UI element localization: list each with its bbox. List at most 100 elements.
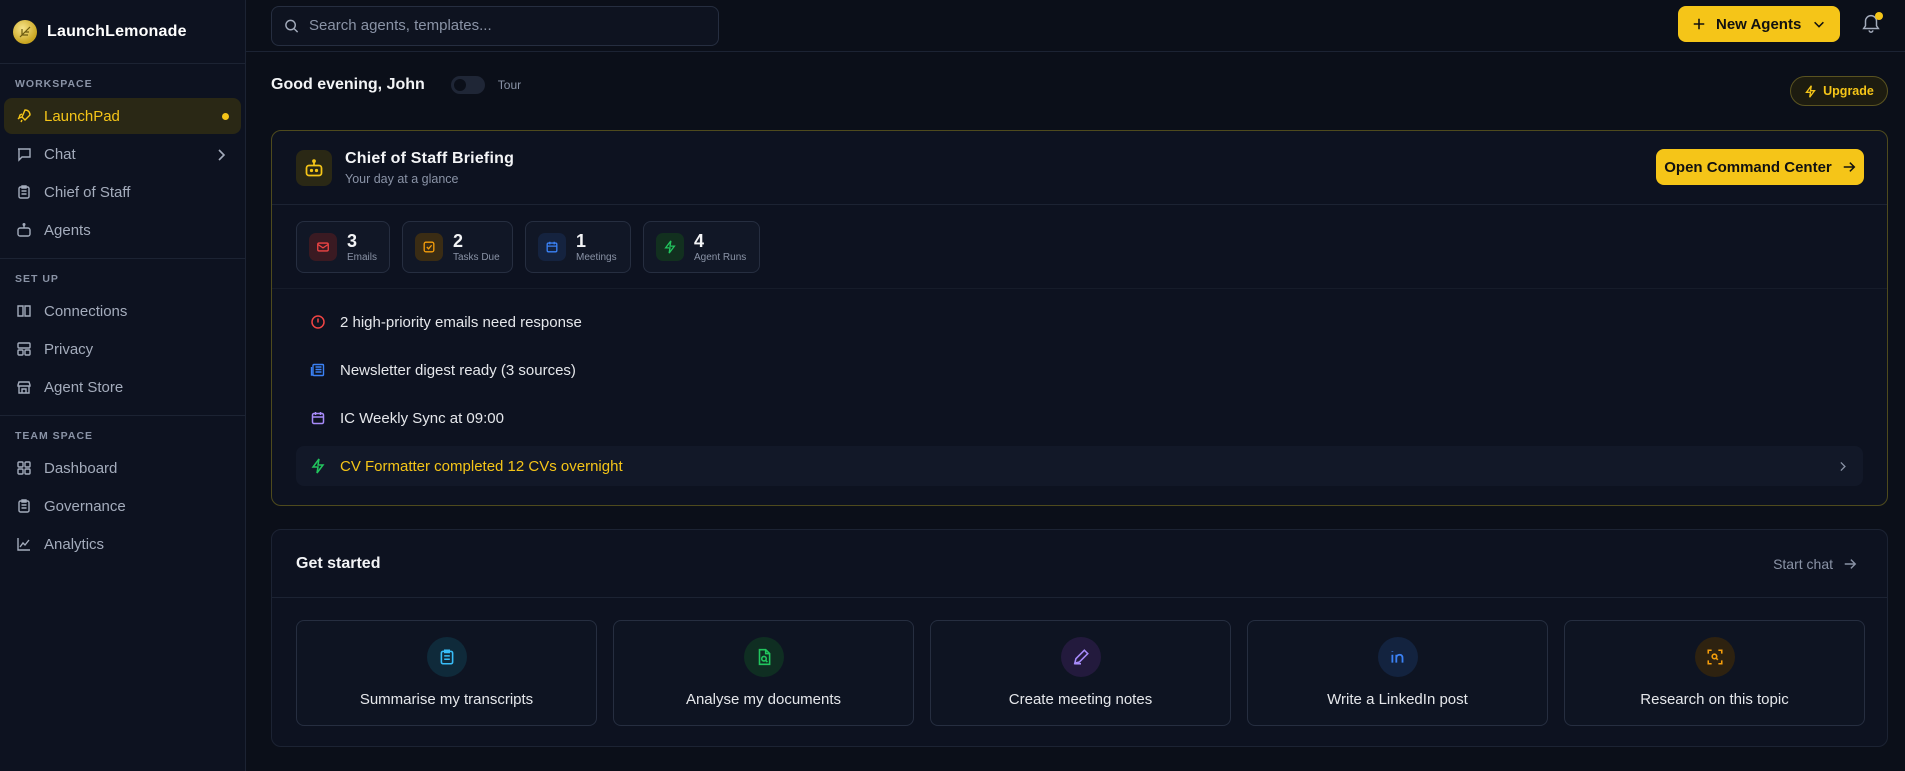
new-agents-label: New Agents [1716, 15, 1802, 33]
briefing-item-text: CV Formatter completed 12 CVs overnight [340, 457, 623, 475]
stat-label: Emails [346, 251, 377, 263]
bolt-icon [1805, 84, 1817, 98]
card-create-meeting-notes[interactable]: Create meeting notes [930, 620, 1231, 726]
card-label: Create meeting notes [1008, 691, 1153, 708]
sidebar-item-agent-store[interactable]: Agent Store [4, 369, 241, 405]
sidebar-item-label: Agent Store [44, 378, 124, 396]
sidebar-item-privacy[interactable]: Privacy [4, 331, 241, 367]
linkedin-icon [1377, 637, 1418, 677]
briefing-title: Chief of Staff Briefing [345, 150, 515, 167]
sidebar-item-governance[interactable]: Governance [4, 488, 241, 524]
briefing-subtitle: Your day at a glance [345, 172, 459, 186]
sidebar-item-agents[interactable]: Agents [4, 212, 241, 248]
grid-icon [17, 461, 31, 475]
start-chat-link[interactable]: Start chat [1773, 556, 1857, 572]
plus-icon [1693, 18, 1705, 30]
section-title: WORKSPACE [15, 78, 93, 90]
layers-icon [17, 342, 31, 356]
alert-icon [311, 315, 325, 329]
stat-agent-runs[interactable]: 4 Agent Runs [643, 221, 760, 273]
stat-value: 1 [576, 230, 587, 251]
store-icon [17, 381, 31, 394]
sidebar-item-label: Privacy [44, 340, 94, 358]
start-chat-label: Start chat [1773, 556, 1833, 572]
tour-toggle[interactable] [450, 76, 485, 94]
card-write-linkedin-post[interactable]: Write a LinkedIn post [1247, 620, 1548, 726]
stat-value: 3 [346, 230, 357, 251]
bolt-icon [311, 458, 325, 474]
calendar-icon [311, 412, 325, 425]
sidebar-item-analytics[interactable]: Analytics [4, 526, 241, 562]
topbar: New Agents [246, 0, 1905, 52]
notifications-button[interactable] [1860, 12, 1884, 36]
card-label: Analyse my documents [685, 691, 842, 708]
chat-icon [18, 148, 31, 162]
card-summarise-transcripts[interactable]: Summarise my transcripts [296, 620, 597, 726]
card-research-topic[interactable]: Research on this topic [1564, 620, 1865, 726]
sidebar-section-teamspace: TEAM SPACE Dashboard Governance Analytic… [0, 416, 245, 572]
briefing-item-meeting[interactable]: IC Weekly Sync at 09:00 [296, 398, 1863, 438]
chevron-right-icon[interactable] [213, 147, 229, 163]
newspaper-icon [310, 363, 325, 377]
file-search-icon [743, 637, 784, 677]
arrow-right-icon [1843, 162, 1856, 172]
mail-icon [309, 233, 337, 261]
sidebar-item-label: Agents [44, 221, 91, 239]
lemon-logo-icon [13, 19, 37, 44]
sidebar-item-label: Connections [44, 302, 128, 320]
card-label: Write a LinkedIn post [1327, 691, 1468, 708]
briefing-item-newsletter[interactable]: Newsletter digest ready (3 sources) [296, 350, 1863, 390]
bolt-icon [656, 233, 684, 261]
upgrade-button[interactable]: Upgrade [1790, 76, 1888, 106]
sidebar-item-chief-of-staff[interactable]: Chief of Staff [4, 174, 241, 210]
tour-toggle-wrap: Tour [450, 76, 522, 94]
greeting-text: Good evening, John [271, 76, 425, 93]
briefing-item-text: IC Weekly Sync at 09:00 [340, 409, 504, 427]
upgrade-label: Upgrade [1823, 84, 1874, 98]
stat-tasks-due[interactable]: 2 Tasks Due [402, 221, 513, 273]
briefing-list: 2 high-priority emails need response New… [272, 289, 1887, 486]
calendar-icon [538, 233, 566, 261]
open-command-center-button[interactable]: Open Command Center [1656, 149, 1864, 185]
stat-emails[interactable]: 3 Emails [296, 221, 390, 273]
tour-label: Tour [497, 78, 522, 92]
sidebar-item-chat[interactable]: Chat [4, 136, 241, 172]
stat-label: Agent Runs [694, 251, 747, 263]
stat-meetings[interactable]: 1 Meetings [525, 221, 631, 273]
get-started-card: Get started Start chat Summarise my tran… [271, 529, 1888, 747]
active-dot [222, 112, 229, 120]
sidebar-item-connections[interactable]: Connections [4, 293, 241, 329]
sidebar-item-label: Governance [44, 497, 126, 515]
task-icon [415, 233, 443, 261]
search-icon [285, 19, 299, 33]
brand[interactable]: LaunchLemonade [0, 0, 245, 64]
sidebar-item-launchpad[interactable]: LaunchPad [4, 98, 241, 134]
card-analyse-documents[interactable]: Analyse my documents [613, 620, 914, 726]
get-started-title: Get started [296, 555, 381, 572]
search-box[interactable] [271, 5, 719, 46]
scan-icon [1694, 637, 1735, 677]
bot-icon [296, 150, 332, 186]
briefing-card: Chief of Staff Briefing Your day at a gl… [271, 130, 1888, 506]
main-content: New Agents Good evening, John Tour Upgra… [246, 0, 1905, 771]
bot-icon [17, 223, 31, 237]
rocket-icon [17, 109, 31, 123]
sidebar-item-dashboard[interactable]: Dashboard [4, 450, 241, 486]
new-agents-button[interactable]: New Agents [1678, 6, 1840, 42]
card-label: Summarise my transcripts [359, 691, 534, 708]
briefing-item-emails[interactable]: 2 high-priority emails need response [296, 302, 1863, 342]
get-started-cards: Summarise my transcripts Analyse my docu… [296, 620, 1865, 726]
command-button-label: Open Command Center [1664, 158, 1832, 176]
toggle-knob [453, 79, 466, 91]
clipboard-icon [18, 185, 30, 199]
briefing-item-text: 2 high-priority emails need response [340, 313, 582, 331]
briefing-item-text: Newsletter digest ready (3 sources) [340, 361, 576, 379]
briefing-item-cv-formatter[interactable]: CV Formatter completed 12 CVs overnight [296, 446, 1863, 486]
search-input[interactable] [309, 17, 706, 34]
sidebar-section-setup: SET UP Connections Privacy Agent Store [0, 259, 245, 416]
get-started-header: Get started Start chat [272, 530, 1887, 598]
book-icon [17, 305, 31, 317]
sidebar-item-label: Chat [44, 145, 76, 163]
card-label: Research on this topic [1640, 691, 1789, 708]
stat-label: Tasks Due [453, 251, 500, 263]
